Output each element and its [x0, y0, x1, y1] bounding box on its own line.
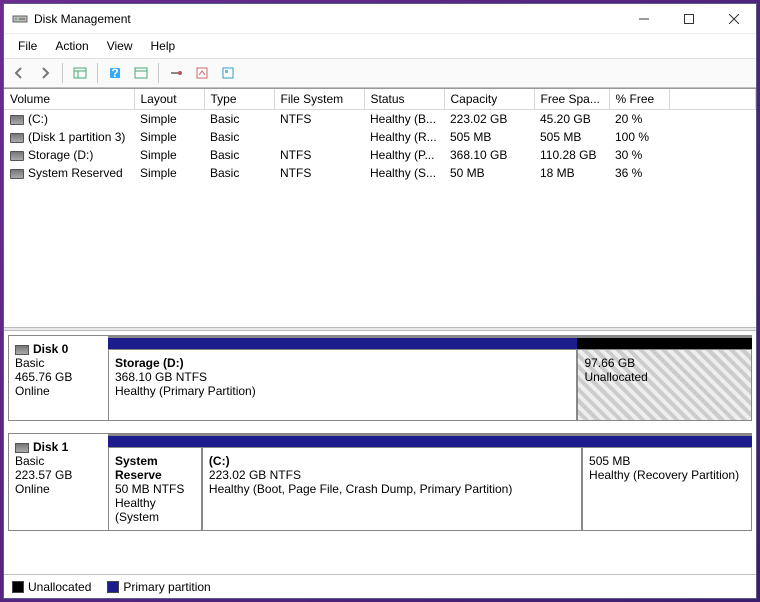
help-button[interactable]: ? [104, 62, 126, 84]
col-layout[interactable]: Layout [134, 89, 204, 110]
back-button[interactable] [8, 62, 30, 84]
toolbar: ? [4, 58, 756, 88]
col-capacity[interactable]: Capacity [444, 89, 534, 110]
disk-row: Disk 1Basic223.57 GBOnlineSystem Reserve… [8, 433, 752, 531]
titlebar[interactable]: Disk Management [4, 4, 756, 34]
app-icon [12, 11, 28, 27]
volume-icon [10, 169, 24, 179]
refresh-button[interactable] [165, 62, 187, 84]
legend: Unallocated Primary partition [4, 574, 756, 598]
partition[interactable]: 505 MBHealthy (Recovery Partition) [582, 447, 752, 531]
volume-icon [10, 133, 24, 143]
forward-button[interactable] [34, 62, 56, 84]
window-title: Disk Management [34, 12, 621, 26]
legend-primary: Primary partition [107, 580, 210, 594]
graphical-view-pane[interactable]: Disk 0Basic465.76 GBOnlineStorage (D:)36… [4, 331, 756, 574]
col-filesystem[interactable]: File System [274, 89, 364, 110]
disk-label[interactable]: Disk 0Basic465.76 GBOnline [8, 335, 108, 421]
volume-icon [10, 115, 24, 125]
column-headers[interactable]: Volume Layout Type File System Status Ca… [4, 89, 756, 110]
col-volume[interactable]: Volume [4, 89, 134, 110]
close-button[interactable] [711, 4, 756, 33]
menu-view[interactable]: View [99, 36, 141, 56]
partition[interactable]: System Reserve50 MB NTFSHealthy (System [108, 447, 202, 531]
col-percent-free[interactable]: % Free [609, 89, 669, 110]
menubar: File Action View Help [4, 34, 756, 58]
disk-icon [15, 443, 29, 453]
disk-icon [15, 345, 29, 355]
menu-help[interactable]: Help [143, 36, 184, 56]
volume-row[interactable]: (C:)SimpleBasicNTFSHealthy (B...223.02 G… [4, 110, 756, 129]
partition[interactable]: (C:)223.02 GB NTFSHealthy (Boot, Page Fi… [202, 447, 582, 531]
volume-list-pane[interactable]: Volume Layout Type File System Status Ca… [4, 89, 756, 327]
minimize-button[interactable] [621, 4, 666, 33]
col-free-space[interactable]: Free Spa... [534, 89, 609, 110]
disk-management-window: Disk Management File Action View Help ? … [3, 3, 757, 599]
partition[interactable]: Storage (D:)368.10 GB NTFSHealthy (Prima… [108, 349, 577, 421]
disk-row: Disk 0Basic465.76 GBOnlineStorage (D:)36… [8, 335, 752, 421]
volume-row[interactable]: (Disk 1 partition 3)SimpleBasicHealthy (… [4, 128, 756, 146]
maximize-button[interactable] [666, 4, 711, 33]
legend-unallocated: Unallocated [12, 580, 91, 594]
svg-text:?: ? [111, 66, 118, 80]
unallocated-swatch-icon [12, 581, 24, 593]
menu-file[interactable]: File [10, 36, 45, 56]
settings-button[interactable] [217, 62, 239, 84]
show-hide-console-tree-button[interactable] [69, 62, 91, 84]
volume-row[interactable]: System ReservedSimpleBasicNTFSHealthy (S… [4, 164, 756, 182]
volume-row[interactable]: Storage (D:)SimpleBasicNTFSHealthy (P...… [4, 146, 756, 164]
volume-icon [10, 151, 24, 161]
partition-unallocated[interactable]: 97.66 GBUnallocated [577, 349, 752, 421]
col-type[interactable]: Type [204, 89, 274, 110]
disk-label[interactable]: Disk 1Basic223.57 GBOnline [8, 433, 108, 531]
action-list-button[interactable] [130, 62, 152, 84]
col-status[interactable]: Status [364, 89, 444, 110]
primary-swatch-icon [107, 581, 119, 593]
menu-action[interactable]: Action [47, 36, 96, 56]
properties-button[interactable] [191, 62, 213, 84]
